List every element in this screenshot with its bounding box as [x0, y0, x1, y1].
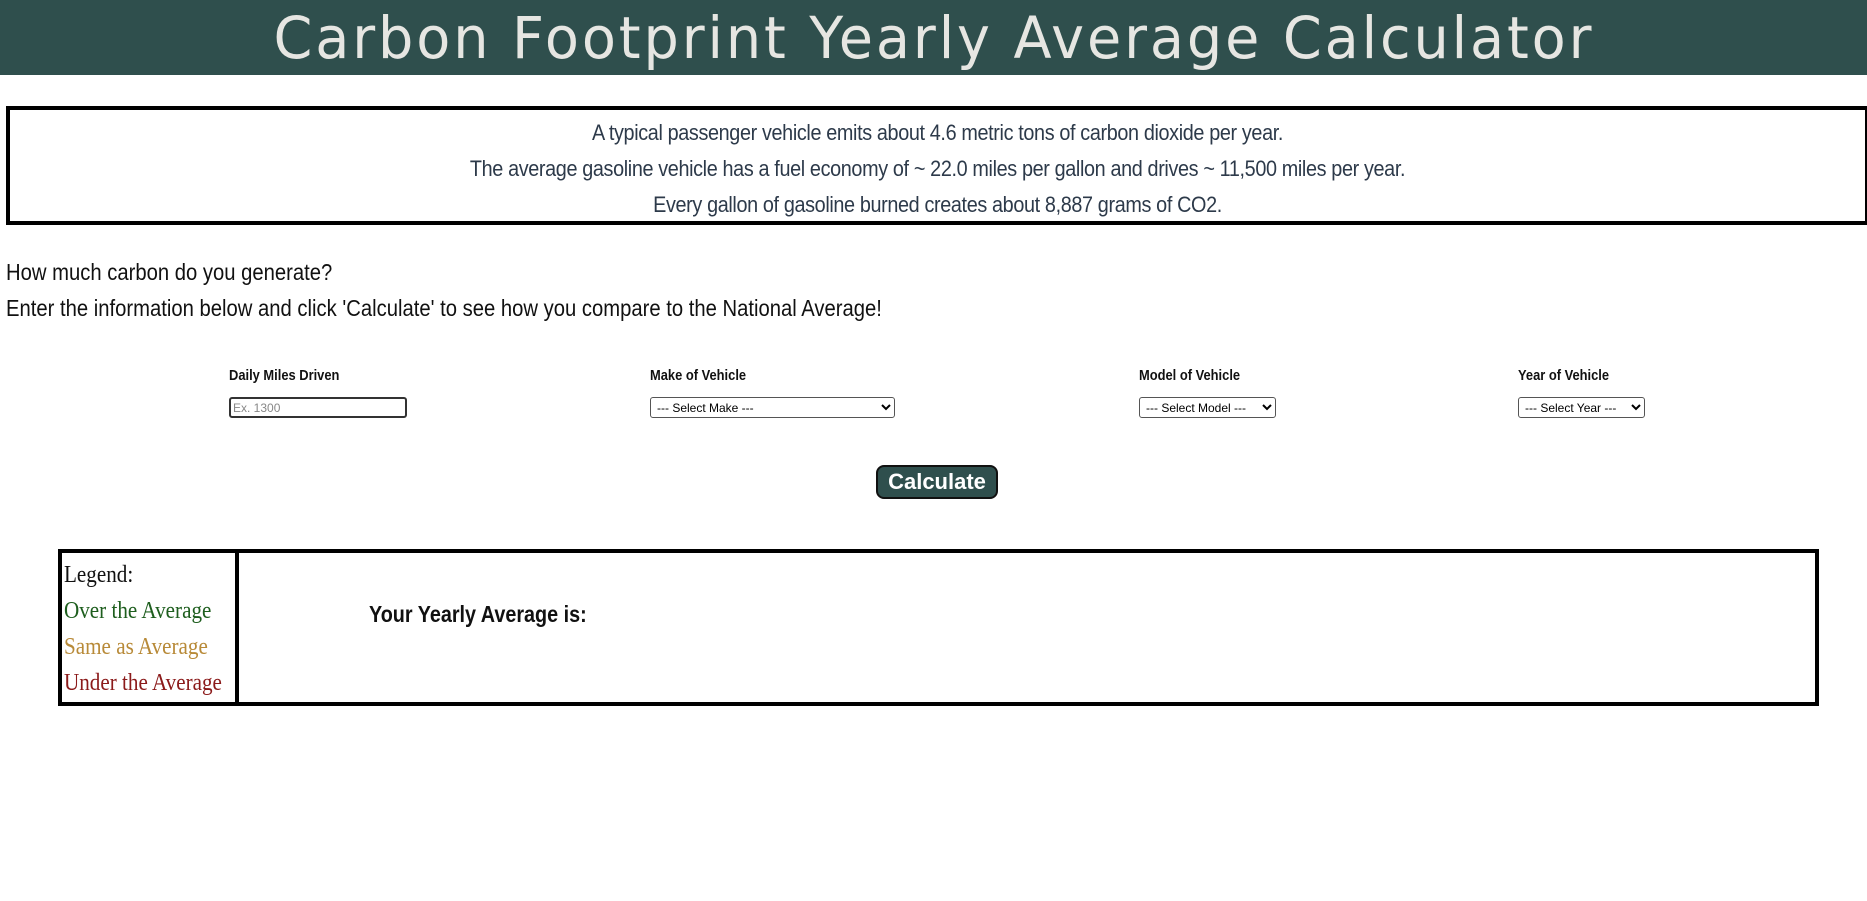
legend-under: Under the Average — [64, 670, 222, 696]
legend-title: Legend: — [64, 562, 134, 588]
yearly-average-label: Your Yearly Average is: — [369, 601, 587, 627]
model-label: Model of Vehicle — [1139, 367, 1241, 384]
calculate-button[interactable]: Calculate — [876, 465, 998, 499]
page-header: Carbon Footprint Yearly Average Calculat… — [0, 0, 1867, 75]
legend-over: Over the Average — [64, 598, 212, 624]
year-field: Year of Vehicle --- Select Year --- — [1518, 367, 1645, 418]
model-field: Model of Vehicle --- Select Model --- — [1139, 367, 1276, 418]
legend: Legend: Over the Average Same as Average… — [62, 553, 239, 702]
intro-text: How much carbon do you generate? Enter t… — [6, 254, 882, 326]
year-label: Year of Vehicle — [1518, 367, 1610, 384]
year-select[interactable]: --- Select Year --- — [1518, 397, 1645, 418]
info-box: A typical passenger vehicle emits about … — [6, 106, 1867, 225]
page-title: Carbon Footprint Yearly Average Calculat… — [273, 4, 1594, 72]
results-panel: Legend: Over the Average Same as Average… — [58, 549, 1819, 706]
make-field: Make of Vehicle --- Select Make --- — [650, 367, 895, 418]
miles-field: Daily Miles Driven — [229, 367, 407, 418]
miles-input[interactable] — [229, 397, 407, 418]
model-select[interactable]: --- Select Model --- — [1139, 397, 1276, 418]
make-label: Make of Vehicle — [650, 367, 747, 384]
intro-question: How much carbon do you generate? — [6, 259, 333, 285]
info-line: A typical passenger vehicle emits about … — [591, 120, 1284, 145]
legend-same: Same as Average — [64, 634, 208, 660]
info-line: The average gasoline vehicle has a fuel … — [469, 156, 1406, 181]
make-select[interactable]: --- Select Make --- — [650, 397, 895, 418]
info-line: Every gallon of gasoline burned creates … — [653, 192, 1222, 217]
intro-instructions: Enter the information below and click 'C… — [6, 295, 882, 321]
miles-label: Daily Miles Driven — [229, 367, 340, 384]
